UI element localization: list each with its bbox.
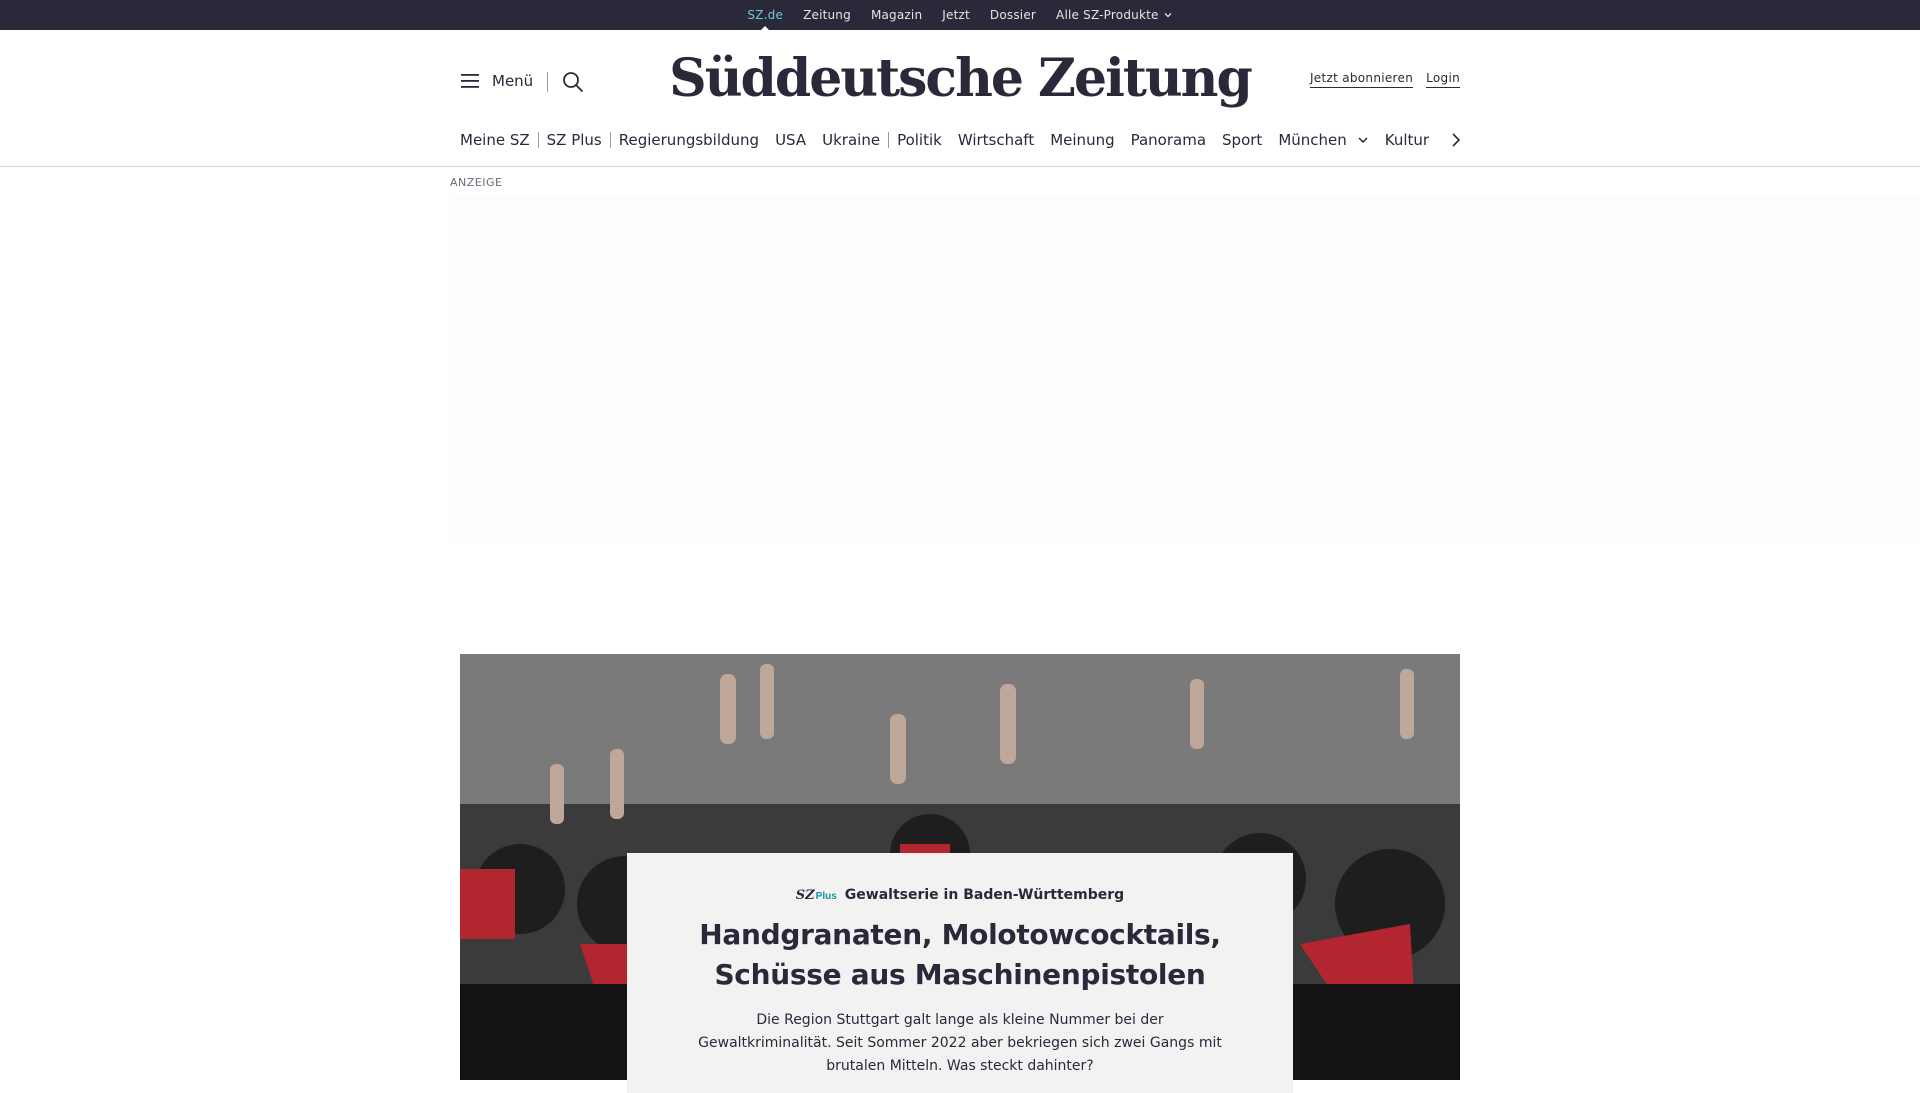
nav-item-usa[interactable]: USA: [767, 131, 814, 149]
topbar-link-magazin[interactable]: Magazin: [871, 8, 922, 22]
login-link[interactable]: Login: [1426, 71, 1460, 88]
chevron-right-icon[interactable]: [1447, 131, 1465, 149]
site-logo[interactable]: Süddeutsche Zeitung: [669, 48, 1253, 109]
top-product-bar: SZ.de Zeitung Magazin Jetzt Dossier Alle…: [0, 0, 1920, 32]
teaser-headline[interactable]: Handgranaten, Molotowcocktails, Schüsse …: [680, 915, 1240, 995]
sz-plus-badge: SZPlus: [796, 888, 837, 903]
nav-item-kultur[interactable]: Kultur: [1377, 131, 1437, 149]
nav-item-meinung[interactable]: Meinung: [1042, 131, 1122, 149]
nav-item-muenchen[interactable]: München: [1270, 131, 1376, 149]
nav-item-regierungsbildung[interactable]: Regierungsbildung: [611, 131, 767, 149]
sz-plus-badge-plus: Plus: [815, 890, 837, 902]
nav-item-panorama[interactable]: Panorama: [1123, 131, 1214, 149]
chevron-down-icon: [1358, 137, 1368, 144]
teaser-kicker-row: SZPlus Gewaltserie in Baden-Württemberg: [627, 887, 1293, 903]
topbar-link-all-products-label: Alle SZ-Produkte: [1056, 8, 1159, 22]
nav-item-politik[interactable]: Politik: [889, 131, 950, 149]
ad-slot: [450, 196, 1920, 546]
nav-item-muenchen-label: München: [1278, 131, 1347, 149]
nav-item-sport[interactable]: Sport: [1214, 131, 1270, 149]
nav-item-meine-sz[interactable]: Meine SZ: [460, 131, 538, 149]
sz-plus-badge-sz: SZ: [795, 887, 815, 903]
teaser-text: Die Region Stuttgart galt lange als klei…: [698, 1012, 1222, 1074]
header-divider: [547, 72, 548, 92]
topbar-link-dossier[interactable]: Dossier: [990, 8, 1036, 22]
hamburger-icon: [461, 74, 479, 88]
nav-item-wirtschaft[interactable]: Wirtschaft: [950, 131, 1042, 149]
menu-label: Menü: [492, 72, 534, 90]
nav-item-ukraine[interactable]: Ukraine: [814, 131, 888, 149]
search-icon[interactable]: [561, 70, 585, 94]
subscribe-link[interactable]: Jetzt abonnieren: [1309, 71, 1414, 88]
teaser-card[interactable]: SZPlus Gewaltserie in Baden-Württemberg …: [627, 853, 1293, 1093]
site-header: Menü Süddeutsche Zeitung Jetzt abonniere…: [0, 30, 1920, 167]
main-navigation: Meine SZ SZ Plus Regierungsbildung USA U…: [460, 130, 1437, 150]
ad-label: ANZEIGE: [450, 176, 503, 189]
topbar-link-jetzt[interactable]: Jetzt: [942, 8, 970, 22]
topbar-link-zeitung[interactable]: Zeitung: [803, 8, 851, 22]
teaser-kicker: Gewaltserie in Baden-Württemberg: [844, 887, 1125, 903]
nav-item-sz-plus[interactable]: SZ Plus: [539, 131, 610, 149]
topbar-link-szde[interactable]: SZ.de: [747, 8, 783, 32]
chevron-down-icon: [1164, 13, 1172, 18]
account-links: Jetzt abonnieren Login: [1309, 71, 1460, 88]
topbar-link-all-products[interactable]: Alle SZ-Produkte: [1056, 8, 1173, 22]
menu-button[interactable]: Menü: [460, 72, 533, 90]
